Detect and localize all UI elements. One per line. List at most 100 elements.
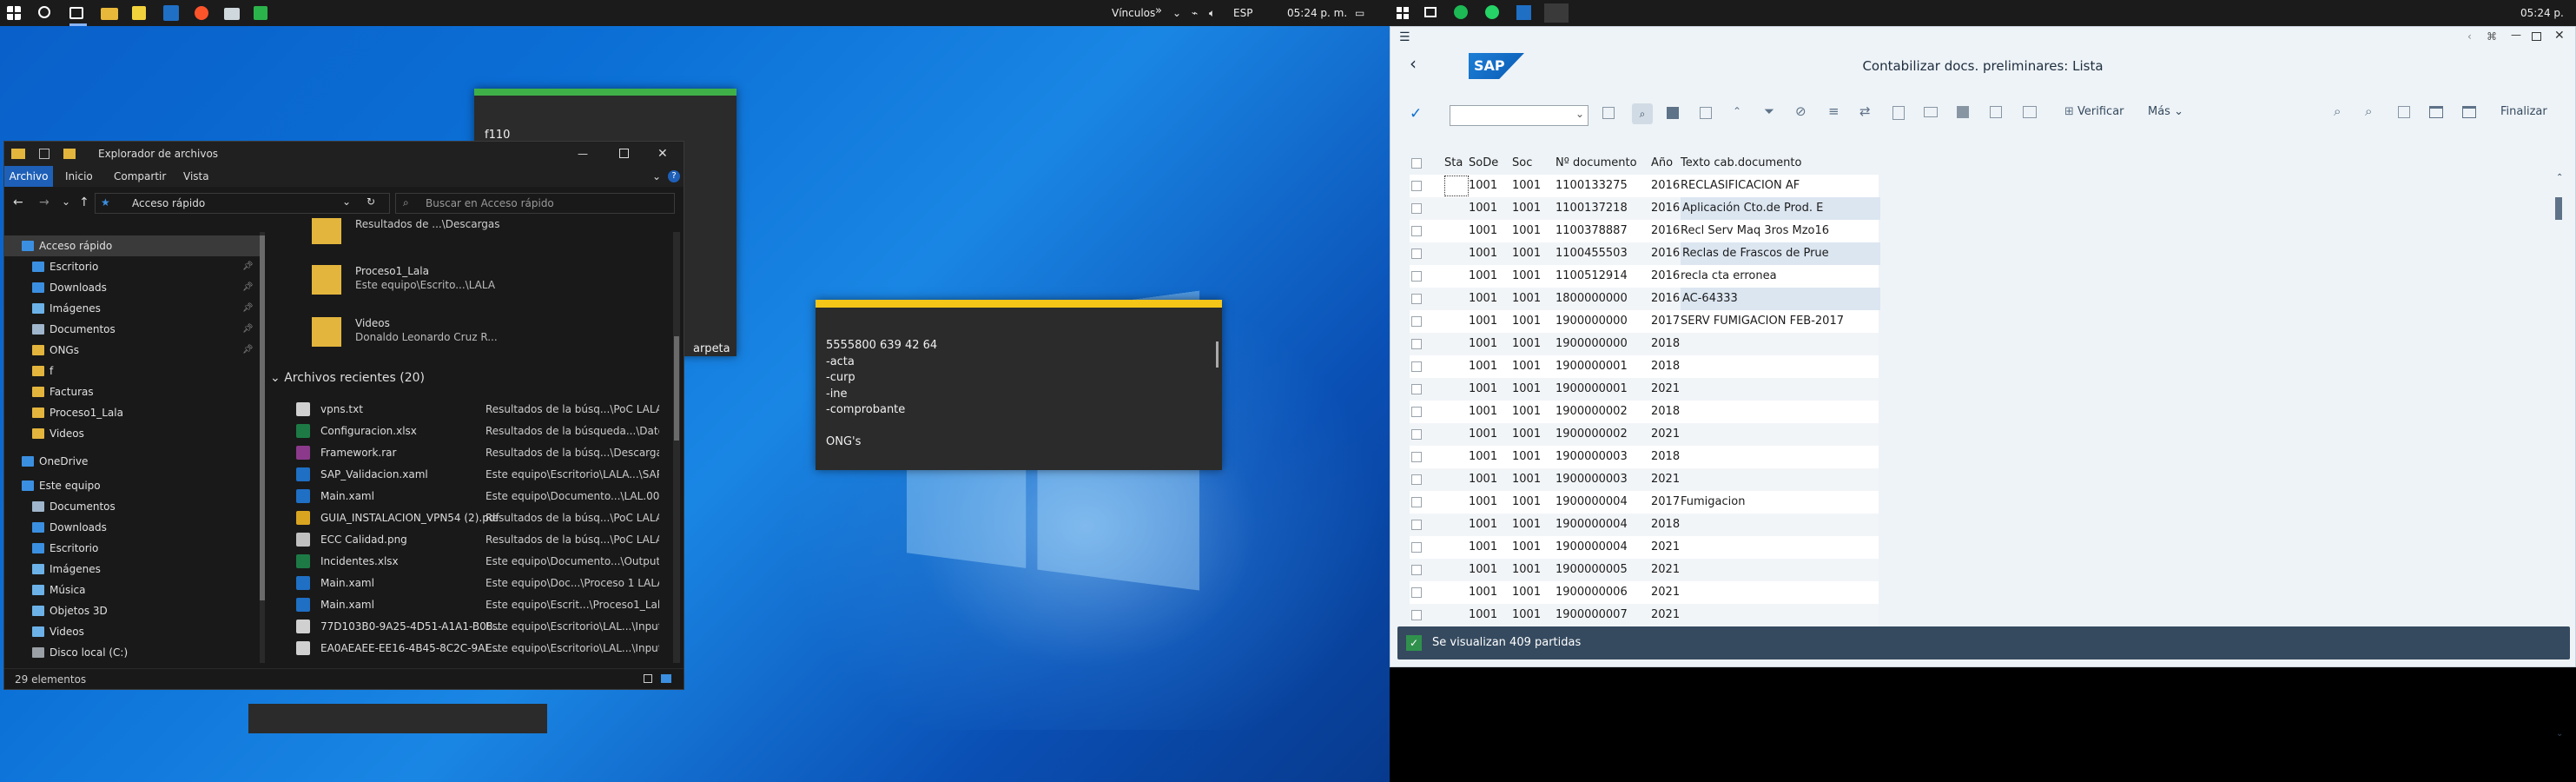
- check-icon[interactable]: ✓: [1410, 105, 1422, 123]
- save-icon[interactable]: [1602, 107, 1615, 119]
- folder-tile[interactable]: Resultados de ...\Descargas: [312, 218, 572, 253]
- search-icon[interactable]: ⌕: [2334, 103, 2341, 119]
- sap-status-bar[interactable]: ✓ Se visualizan 409 partidas: [1397, 626, 2570, 659]
- task-view-icon[interactable]: [69, 7, 83, 19]
- more-button[interactable]: Más ⌄: [2148, 105, 2183, 118]
- nav-item[interactable]: Documentos 📌︎: [4, 319, 265, 340]
- column-header[interactable]: Soc: [1512, 152, 1532, 175]
- maximize-button[interactable]: [2532, 32, 2541, 41]
- table-row[interactable]: 1001 1001 1800000000 2016 AC-64333: [1410, 288, 1879, 310]
- minimize-button[interactable]: —: [578, 142, 588, 166]
- row-checkbox[interactable]: [1411, 316, 1422, 327]
- print-preview-icon[interactable]: [1892, 106, 1905, 120]
- pin-icon[interactable]: 📌︎: [242, 319, 254, 340]
- search-box[interactable]: ⌕ Buscar en Acceso rápido: [395, 193, 675, 214]
- recent-file-row[interactable]: Incidentes.xlsx Este equipo\Documento...\…: [270, 551, 652, 573]
- table-row[interactable]: 1001 1001 1100512914 2016 recla cta erronea: [1410, 265, 1879, 288]
- column-header[interactable]: Nº documento: [1556, 152, 1637, 175]
- tab-compartir[interactable]: Compartir: [114, 166, 166, 187]
- back-small-icon[interactable]: ‹: [2467, 30, 2472, 43]
- table-row[interactable]: 1001 1001 1900000004 2018: [1410, 514, 1879, 536]
- select-all-checkbox[interactable]: [1411, 158, 1422, 169]
- title-bar[interactable]: Explorador de archivos — ✕: [4, 142, 684, 166]
- row-checkbox[interactable]: [1411, 565, 1422, 575]
- menu-icon[interactable]: ☰: [1399, 30, 1410, 44]
- close-button[interactable]: ✕: [2554, 29, 2565, 43]
- quick-save-icon[interactable]: [39, 149, 50, 159]
- row-checkbox[interactable]: [1411, 249, 1422, 259]
- pin-icon[interactable]: 📌︎: [242, 277, 254, 298]
- table-row[interactable]: 1001 1001 1900000000 2017 SERV FUMIGACION FE…: [1410, 310, 1879, 333]
- filter-icon[interactable]: ⏷: [1764, 103, 1774, 119]
- sum-icon[interactable]: ≡: [1828, 103, 1840, 119]
- content-scrollbar[interactable]: [673, 232, 680, 663]
- sticky-note-main[interactable]: 5555800 639 42 64 -acta -curp -ine -comp…: [816, 300, 1222, 470]
- pin-icon[interactable]: 📌︎: [242, 340, 254, 361]
- up-icon[interactable]: ↑: [79, 196, 89, 209]
- sap-logon-icon[interactable]: [1544, 3, 1569, 23]
- nav-item[interactable]: Disco local (C:): [4, 642, 265, 663]
- find-next-icon[interactable]: ⌕: [2365, 103, 2372, 119]
- nav-item[interactable]: Objetos 3D: [4, 600, 265, 621]
- row-checkbox[interactable]: [1411, 271, 1422, 282]
- recent-file-row[interactable]: Framework.rar Resultados de la búsq...\De…: [270, 442, 652, 464]
- start-icon[interactable]: [7, 6, 21, 20]
- export-icon[interactable]: [1957, 106, 1969, 118]
- recent-file-row[interactable]: vpns.txt Resultados de la búsq...\PoC LAL…: [270, 399, 652, 421]
- chevron-down-icon[interactable]: ⌄: [342, 196, 351, 208]
- row-checkbox[interactable]: [1411, 226, 1422, 236]
- nav-item[interactable]: f: [4, 361, 265, 381]
- layout-icon[interactable]: ⌘: [2487, 30, 2497, 43]
- table-row[interactable]: 1001 1001 1900000002 2018: [1410, 401, 1879, 423]
- new-folder-icon[interactable]: [63, 149, 76, 159]
- delete-filter-icon[interactable]: ⊘: [1795, 103, 1807, 119]
- table-row[interactable]: 1001 1001 1900000005 2021: [1410, 559, 1879, 581]
- row-checkbox[interactable]: [1411, 361, 1422, 372]
- table-row[interactable]: 1001 1001 1900000007 2021: [1410, 604, 1879, 626]
- print-icon[interactable]: [2398, 106, 2410, 118]
- row-checkbox[interactable]: [1411, 520, 1422, 530]
- chevron-down-icon[interactable]: ⌄: [1172, 0, 1181, 26]
- uipath-icon[interactable]: [163, 5, 179, 21]
- row-checkbox[interactable]: [1411, 339, 1422, 349]
- row-checkbox[interactable]: [1411, 203, 1422, 214]
- uipath-icon[interactable]: [1516, 5, 1531, 20]
- spreadsheet-icon[interactable]: [1990, 106, 2002, 118]
- help-icon[interactable]: ?: [668, 170, 680, 182]
- table-row[interactable]: 1001 1001 1900000006 2021: [1410, 581, 1879, 604]
- recent-file-row[interactable]: Configuracion.xlsx Resultados de la búsqu…: [270, 421, 652, 442]
- subtotal-icon[interactable]: ⇄: [1859, 103, 1871, 119]
- app-icon[interactable]: [254, 6, 268, 20]
- row-checkbox[interactable]: [1411, 429, 1422, 440]
- recent-file-row[interactable]: Main.xaml Este equipo\Escrit...\Proceso1_…: [270, 594, 652, 616]
- row-checkbox[interactable]: [1411, 610, 1422, 620]
- nav-item[interactable]: Downloads: [4, 517, 265, 538]
- spotify-icon[interactable]: [1454, 5, 1468, 19]
- nav-item[interactable]: Proceso1_Lala: [4, 402, 265, 423]
- row-checkbox[interactable]: [1411, 474, 1422, 485]
- row-checkbox[interactable]: [1411, 587, 1422, 598]
- table-row[interactable]: 1001 1001 1900000000 2018: [1410, 333, 1879, 355]
- column-header[interactable]: Año: [1651, 152, 1673, 175]
- table-row[interactable]: 1001 1001 1900000004 2021: [1410, 536, 1879, 559]
- nav-item[interactable]: OneDrive: [4, 451, 265, 472]
- grid-vertical-scrollbar[interactable]: ⌃ ⌄: [2554, 173, 2563, 642]
- nav-item[interactable]: Imágenes: [4, 559, 265, 580]
- window-new-icon[interactable]: [2462, 106, 2476, 118]
- mail-icon[interactable]: [1924, 107, 1938, 117]
- table-row[interactable]: 1001 1001 1100378887 2016 Recl Serv Maq 3ros…: [1410, 220, 1879, 242]
- table-row[interactable]: 1001 1001 1900000001 2018: [1410, 355, 1879, 378]
- command-field[interactable]: ⌄: [1450, 105, 1589, 126]
- row-checkbox[interactable]: [1411, 384, 1422, 394]
- forward-icon[interactable]: →: [39, 196, 50, 209]
- details-icon[interactable]: [1667, 107, 1679, 119]
- find-icon[interactable]: ⌕: [1632, 103, 1653, 124]
- nav-item[interactable]: ONGs 📌︎: [4, 340, 265, 361]
- nav-item[interactable]: Facturas: [4, 381, 265, 402]
- recent-file-row[interactable]: GUIA_INSTALACION_VPN54 (2).pdf Resultados…: [270, 507, 652, 529]
- tab-vista[interactable]: Vista: [183, 166, 209, 187]
- select-all-icon[interactable]: [1700, 107, 1712, 119]
- row-checkbox[interactable]: [1411, 294, 1422, 304]
- sort-ascending-icon[interactable]: ⌃: [1733, 105, 1741, 117]
- nav-item[interactable]: Videos: [4, 621, 265, 642]
